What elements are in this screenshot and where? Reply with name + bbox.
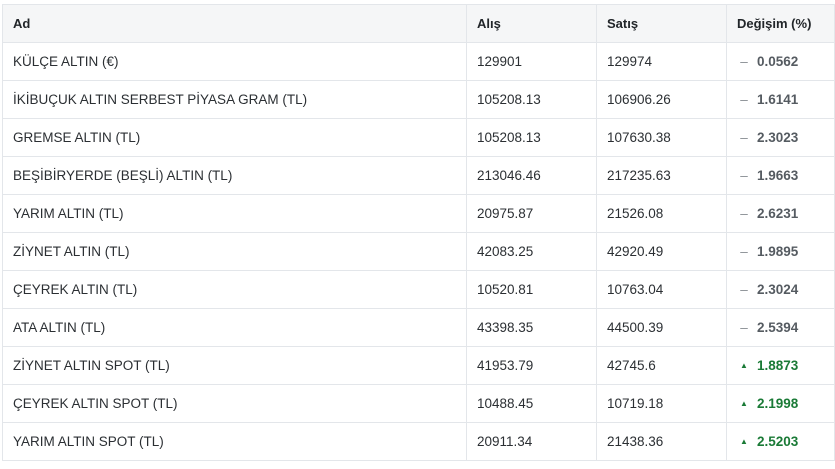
sell-price-cell: 129974 (596, 42, 727, 81)
change-percent-cell: –1.9895 (726, 232, 835, 271)
sell-price-cell: 21526.08 (596, 194, 727, 233)
table-header-row: Ad Alış Satış Değişim (%) (2, 4, 835, 43)
buy-price-cell: 41953.79 (466, 346, 597, 385)
sell-price-cell: 107630.38 (596, 118, 727, 157)
table-row[interactable]: ZİYNET ALTIN SPOT (TL) 41953.79 42745.6 ▲ 1.… (2, 346, 835, 385)
dash-icon: – (740, 168, 748, 183)
change-value: 1.9895 (757, 244, 799, 259)
change-value: 1.6141 (757, 92, 799, 107)
arrow-up-icon: ▲ (740, 437, 748, 446)
column-header-sell[interactable]: Satış (596, 4, 727, 43)
sell-price-cell: 42920.49 (596, 232, 727, 271)
dash-icon: – (740, 282, 748, 297)
arrow-up-icon: ▲ (740, 361, 748, 370)
buy-price-cell: 20975.87 (466, 194, 597, 233)
change-percent-cell: –2.3024 (726, 270, 835, 309)
dash-icon: – (740, 206, 748, 221)
asset-name-cell: KÜLÇE ALTIN (€) (2, 42, 467, 81)
buy-price-cell: 105208.13 (466, 80, 597, 119)
sell-price-cell: 42745.6 (596, 346, 727, 385)
change-value: 2.6231 (757, 206, 799, 221)
change-value: 2.1998 (757, 396, 799, 411)
sell-price-cell: 44500.39 (596, 308, 727, 347)
buy-price-cell: 20911.34 (466, 422, 597, 461)
dash-icon: – (740, 320, 748, 335)
sell-price-cell: 10719.18 (596, 384, 727, 423)
column-header-change[interactable]: Değişim (%) (726, 4, 835, 43)
table-row[interactable]: GREMSE ALTIN (TL) 105208.13 107630.38–2.30… (2, 118, 835, 157)
asset-name-cell: İKİBUÇUK ALTIN SERBEST PİYASA GRAM (TL) (2, 80, 467, 119)
change-value: 2.5394 (757, 320, 799, 335)
column-header-buy[interactable]: Alış (466, 4, 597, 43)
asset-name-cell: GREMSE ALTIN (TL) (2, 118, 467, 157)
dash-icon: – (740, 92, 748, 107)
table-row[interactable]: KÜLÇE ALTIN (€) 129901 129974–0.0562 (2, 42, 835, 81)
table-row[interactable]: ZİYNET ALTIN (TL) 42083.25 42920.49–1.9895 (2, 232, 835, 271)
change-value: 2.3024 (757, 282, 799, 297)
column-header-name[interactable]: Ad (2, 4, 467, 43)
asset-name-cell: ATA ALTIN (TL) (2, 308, 467, 347)
table-row[interactable]: ATA ALTIN (TL) 43398.35 44500.39–2.5394 (2, 308, 835, 347)
asset-name-cell: ZİYNET ALTIN SPOT (TL) (2, 346, 467, 385)
sell-price-cell: 217235.63 (596, 156, 727, 195)
sell-price-cell: 10763.04 (596, 270, 727, 309)
asset-name-cell: YARIM ALTIN (TL) (2, 194, 467, 233)
sell-price-cell: 21438.36 (596, 422, 727, 461)
change-percent-cell: ▲ 1.8873 (726, 346, 835, 385)
change-percent-cell: –2.5394 (726, 308, 835, 347)
change-percent-cell: –2.3023 (726, 118, 835, 157)
table-row[interactable]: YARIM ALTIN SPOT (TL) 20911.34 21438.36 ▲ 2.… (2, 422, 835, 461)
table-row[interactable]: ÇEYREK ALTIN (TL) 10520.81 10763.04–2.3024 (2, 270, 835, 309)
dash-icon: – (740, 54, 748, 69)
asset-name-cell: ZİYNET ALTIN (TL) (2, 232, 467, 271)
buy-price-cell: 43398.35 (466, 308, 597, 347)
dash-icon: – (740, 130, 748, 145)
buy-price-cell: 129901 (466, 42, 597, 81)
gold-prices-table: Ad Alış Satış Değişim (%) KÜLÇE ALTIN (€… (2, 4, 835, 461)
change-value: 2.5203 (757, 434, 799, 449)
change-percent-cell: –1.6141 (726, 80, 835, 119)
table-body: KÜLÇE ALTIN (€) 129901 129974–0.0562 İKİBUÇ… (2, 42, 835, 461)
change-percent-cell: –2.6231 (726, 194, 835, 233)
asset-name-cell: ÇEYREK ALTIN SPOT (TL) (2, 384, 467, 423)
buy-price-cell: 213046.46 (466, 156, 597, 195)
table-row[interactable]: YARIM ALTIN (TL) 20975.87 21526.08–2.6231 (2, 194, 835, 233)
table-row[interactable]: İKİBUÇUK ALTIN SERBEST PİYASA GRAM (TL) 1… (2, 80, 835, 119)
buy-price-cell: 42083.25 (466, 232, 597, 271)
table-row[interactable]: ÇEYREK ALTIN SPOT (TL) 10488.45 10719.18 ▲ 2… (2, 384, 835, 423)
change-value: 1.9663 (757, 168, 799, 183)
change-percent-cell: ▲ 2.1998 (726, 384, 835, 423)
change-value: 0.0562 (757, 54, 799, 69)
asset-name-cell: BEŞİBİRYERDE (BEŞLİ) ALTIN (TL) (2, 156, 467, 195)
change-value: 1.8873 (757, 358, 799, 373)
buy-price-cell: 10520.81 (466, 270, 597, 309)
change-value: 2.3023 (757, 130, 799, 145)
buy-price-cell: 10488.45 (466, 384, 597, 423)
buy-price-cell: 105208.13 (466, 118, 597, 157)
change-percent-cell: –1.9663 (726, 156, 835, 195)
arrow-up-icon: ▲ (740, 399, 748, 408)
dash-icon: – (740, 244, 748, 259)
asset-name-cell: ÇEYREK ALTIN (TL) (2, 270, 467, 309)
asset-name-cell: YARIM ALTIN SPOT (TL) (2, 422, 467, 461)
change-percent-cell: ▲ 2.5203 (726, 422, 835, 461)
change-percent-cell: –0.0562 (726, 42, 835, 81)
table-row[interactable]: BEŞİBİRYERDE (BEŞLİ) ALTIN (TL) 213046.46… (2, 156, 835, 195)
sell-price-cell: 106906.26 (596, 80, 727, 119)
